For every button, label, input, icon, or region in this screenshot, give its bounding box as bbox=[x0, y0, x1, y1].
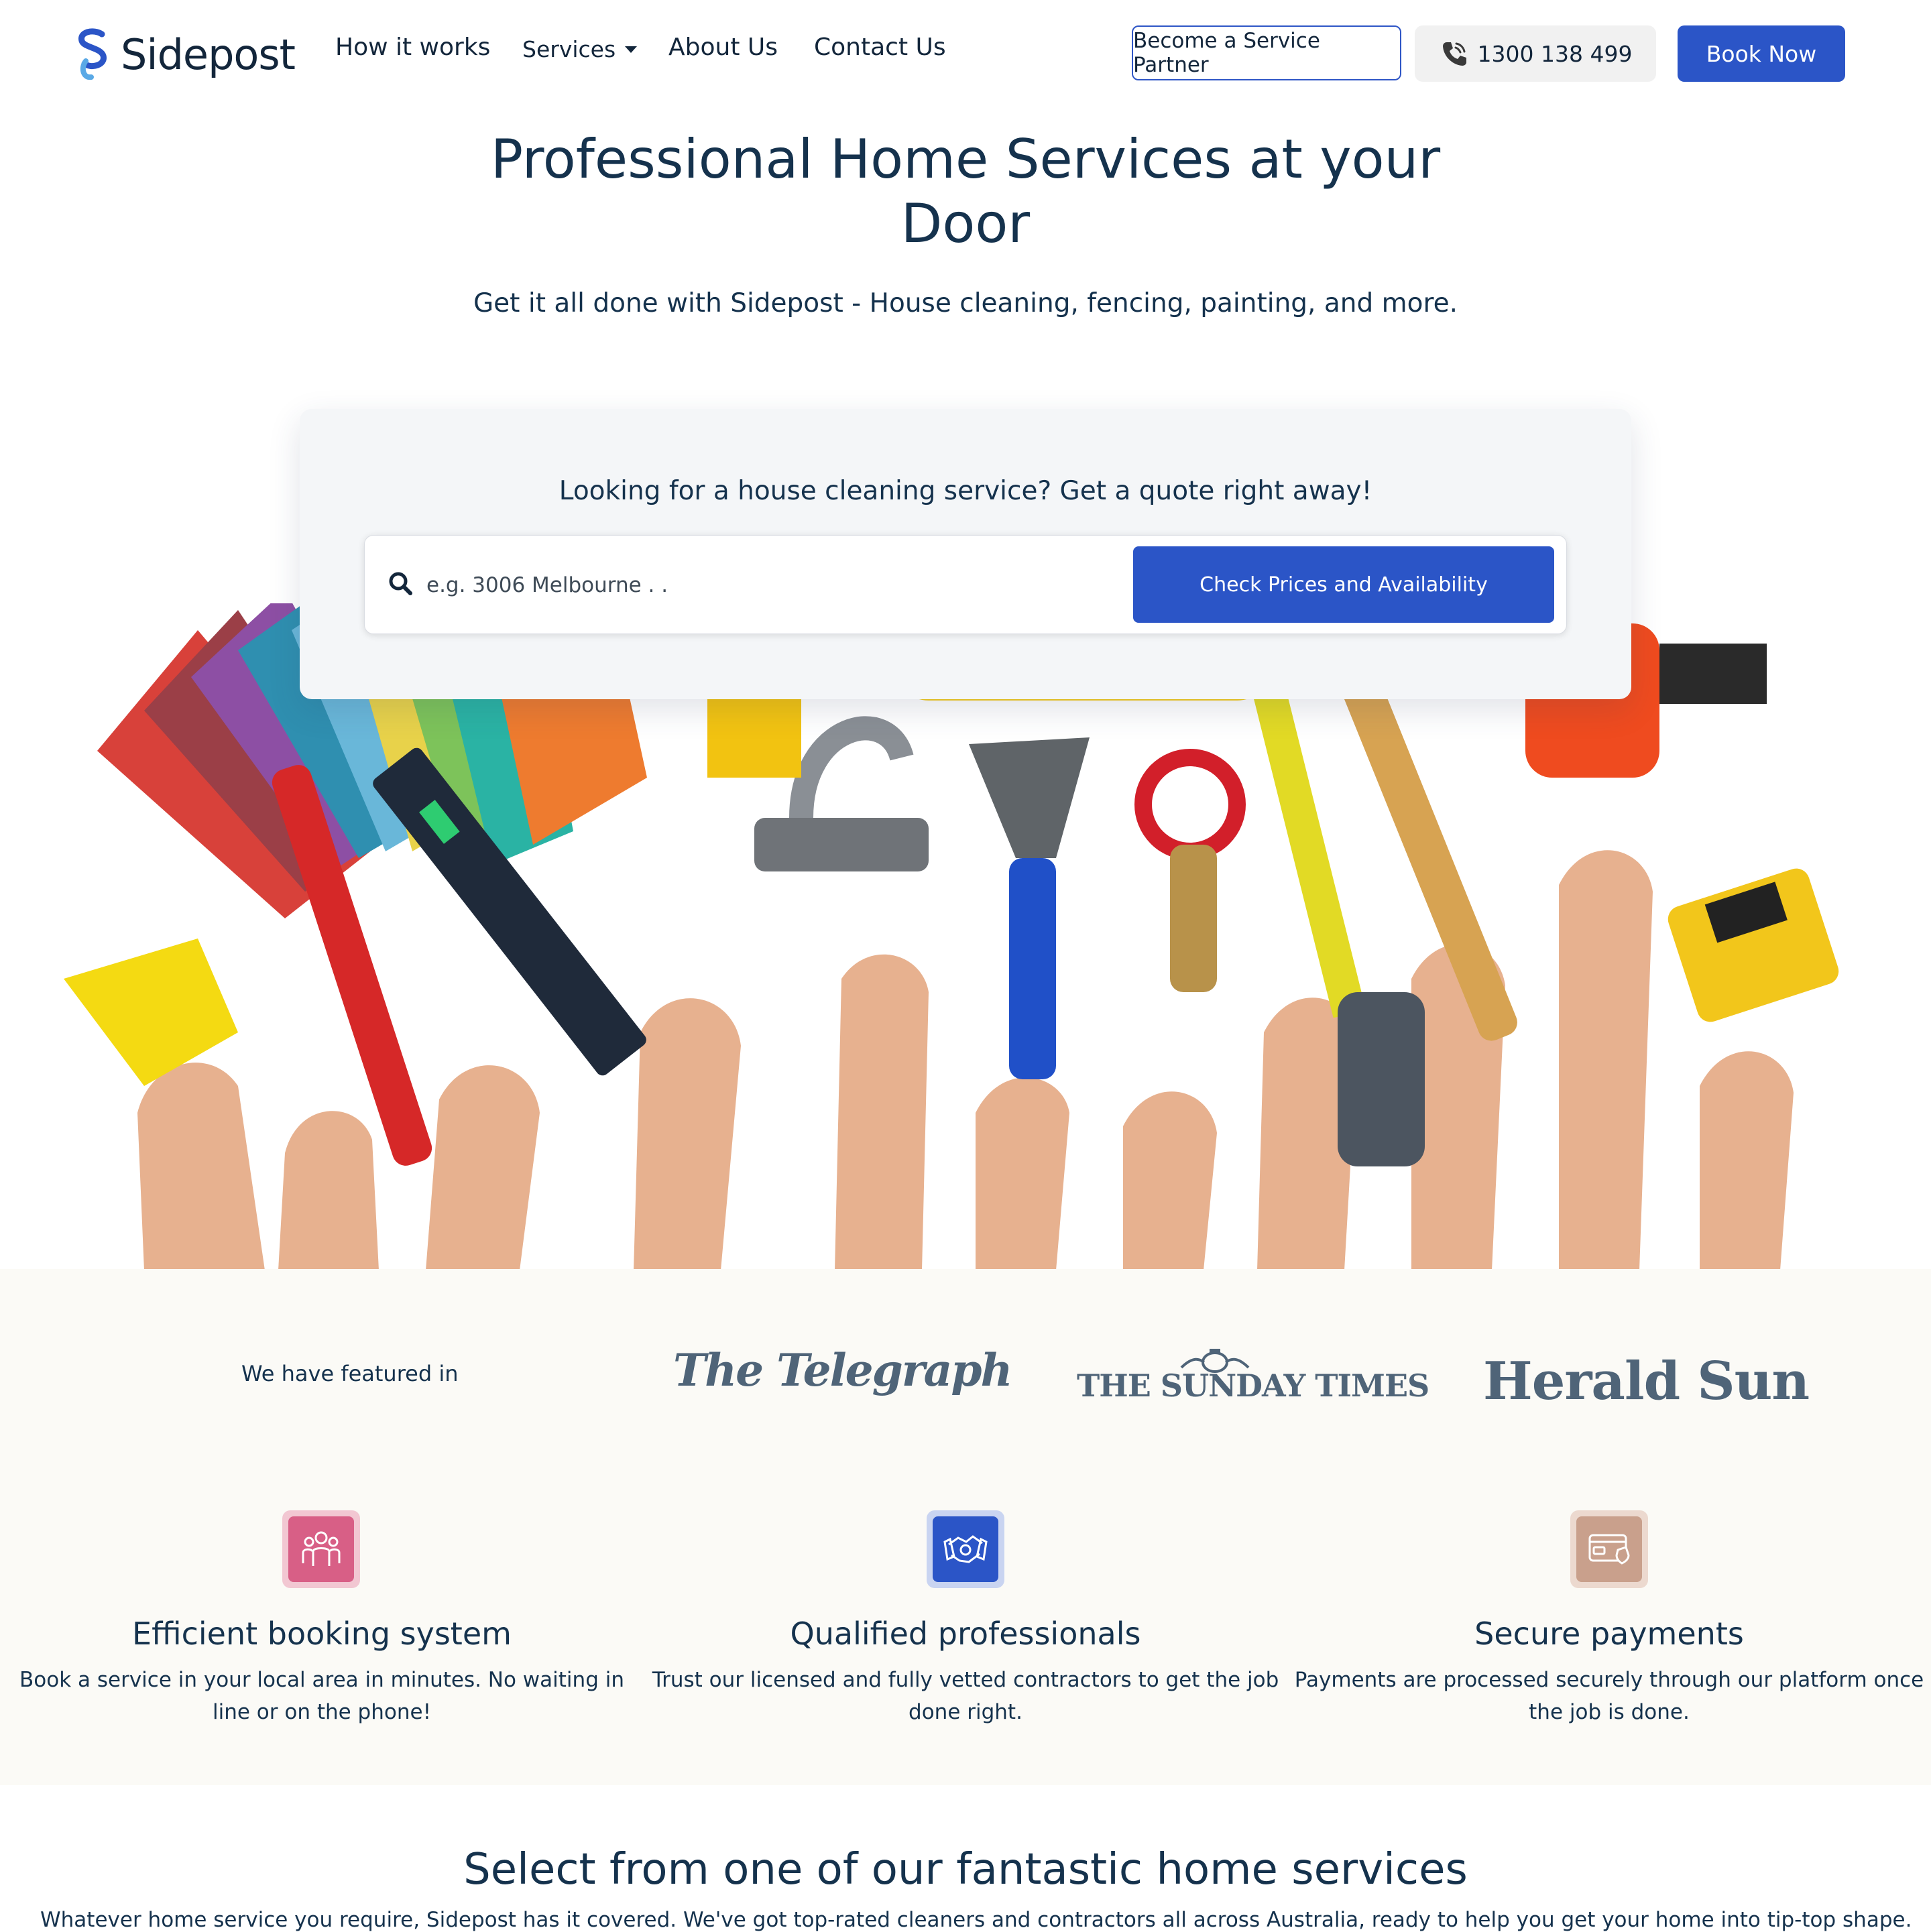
quote-search-bar: Check Prices and Availability bbox=[364, 535, 1567, 634]
quote-card: Looking for a house cleaning service? Ge… bbox=[300, 409, 1631, 699]
feature-icon-box-professionals bbox=[927, 1510, 1004, 1588]
nav-services-label: Services bbox=[522, 36, 616, 62]
feature-icon-box-booking bbox=[282, 1510, 360, 1588]
become-partner-button[interactable]: Become a Service Partner bbox=[1132, 25, 1401, 80]
nav-contact-us[interactable]: Contact Us bbox=[814, 34, 946, 61]
credit-card-icon bbox=[1588, 1534, 1630, 1565]
nav-how-it-works[interactable]: How it works bbox=[335, 34, 490, 61]
services-section-title: Select from one of our fantastic home se… bbox=[463, 1845, 1468, 1894]
phone-number: 1300 138 499 bbox=[1477, 40, 1633, 67]
nav-services-dropdown[interactable]: Services bbox=[522, 36, 638, 62]
chevron-down-icon bbox=[625, 46, 638, 53]
sunday-times-logo: THE SUNDAY TIMES bbox=[1077, 1368, 1429, 1404]
services-section-description: Whatever home service you require, Sidep… bbox=[40, 1908, 1912, 1932]
featured-label: We have featured in bbox=[241, 1361, 459, 1386]
feature-desc-booking: Book a service in your local area in min… bbox=[19, 1668, 624, 1724]
telegraph-logo: The Telegraph bbox=[673, 1344, 1012, 1396]
feature-title-booking: Efficient booking system bbox=[132, 1616, 512, 1652]
feature-desc-professionals: Trust our licensed and fully vetted cont… bbox=[652, 1668, 1279, 1724]
feature-desc-payments: Payments are processed securely through … bbox=[1294, 1668, 1924, 1724]
search-icon bbox=[389, 572, 412, 595]
quote-title: Looking for a house cleaning service? Ge… bbox=[559, 476, 1372, 506]
feature-icon-box-payments bbox=[1570, 1510, 1648, 1588]
phone-icon bbox=[1442, 42, 1466, 66]
hero-tools-illustration bbox=[64, 603, 1839, 1270]
hero-subtitle: Get it all done with Sidepost - House cl… bbox=[473, 288, 1458, 318]
team-icon bbox=[302, 1531, 341, 1566]
logo-icon bbox=[78, 28, 107, 80]
feature-title-professionals: Qualified professionals bbox=[790, 1616, 1141, 1652]
sidepost-logo[interactable]: Sidepost bbox=[74, 27, 302, 82]
book-now-button[interactable]: Book Now bbox=[1678, 25, 1845, 82]
phone-button[interactable]: 1300 138 499 bbox=[1415, 25, 1656, 82]
herald-sun-logo: Herald Sun bbox=[1483, 1351, 1810, 1412]
brand-name: Sidepost bbox=[121, 29, 296, 79]
check-prices-button[interactable]: Check Prices and Availability bbox=[1133, 546, 1554, 623]
postcode-search-input[interactable] bbox=[426, 560, 1110, 611]
hero-title: Professional Home Services at your Door bbox=[490, 128, 1441, 255]
handshake-icon bbox=[943, 1535, 988, 1563]
feature-title-payments: Secure payments bbox=[1474, 1616, 1744, 1652]
nav-about-us[interactable]: About Us bbox=[668, 34, 778, 61]
